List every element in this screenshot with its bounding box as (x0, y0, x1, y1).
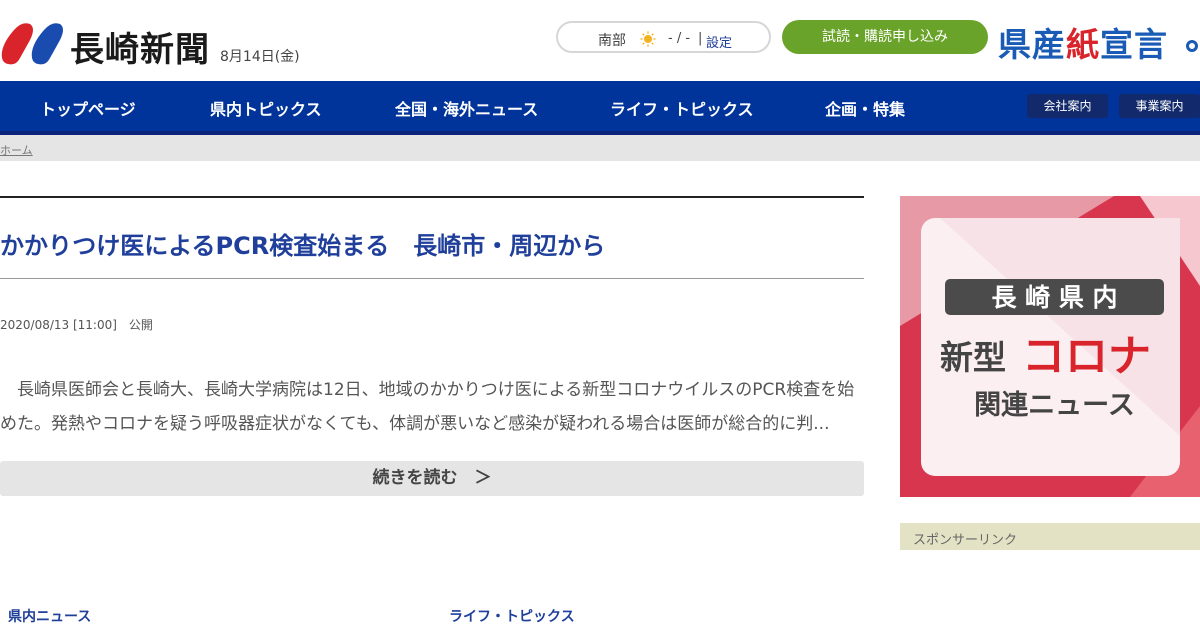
subscribe-button[interactable]: 試読・購読申し込み (782, 20, 988, 54)
banner-line3: 関連ニュース (974, 390, 1135, 421)
weather-temp: - / - (668, 31, 691, 46)
sponsor-label: スポンサーリンク (913, 533, 1018, 548)
sponsor-link-block: スポンサーリンク (900, 523, 1200, 550)
pref-banner-part1: 県産 (998, 25, 1066, 64)
circle-icon (1186, 40, 1198, 52)
nav-item-features[interactable]: 企画・特集 (825, 96, 905, 120)
nav-item-life-topics[interactable]: ライフ・トピックス (610, 96, 754, 120)
weather-settings-link[interactable]: 設定 (706, 32, 732, 51)
banner-graphic: 長 崎 県 内 新型 コロナ 関連ニュース (900, 196, 1200, 497)
weather-region: 南部 (598, 33, 626, 49)
weather-separator: | (698, 31, 703, 46)
article-body-line: 長崎県医師会と長崎大、長崎大学病院は12日、地域のかかりつけ医による新型コロナウ… (0, 380, 855, 400)
current-date: 8月14日(金) (220, 49, 300, 65)
banner-line1: 長 崎 県 内 (991, 283, 1117, 312)
section-heading-life-topics[interactable]: ライフ・トピックス (449, 606, 575, 626)
weather-widget[interactable]: 南部 - / - | 設定 (556, 21, 771, 53)
banner-line2-prefix: 新型 (940, 338, 1006, 377)
banner-line2-corona: コロナ (1022, 332, 1151, 382)
nav-item-prefecture-topics[interactable]: 県内トピックス (210, 96, 322, 120)
pref-banner-part2: 紙 (1066, 25, 1100, 64)
corona-news-banner[interactable]: 長 崎 県 内 新型 コロナ 関連ニュース (900, 196, 1200, 497)
article-meta: 2020/08/13 [11:00] 公開 (0, 318, 153, 332)
business-info-button[interactable]: 事業案内 (1119, 94, 1200, 118)
logo-icon[interactable] (0, 16, 68, 66)
main-nav: トップページ 県内トピックス 全国・海外ニュース ライフ・トピックス 企画・特集… (0, 81, 1200, 131)
article-title: かかりつけ医によるPCR検査始まる 長崎市・周辺から (0, 232, 606, 260)
site-header: 長崎新聞 8月14日(金) 南部 - / - | 設定 試読・購読申し込み 県産… (0, 0, 1200, 82)
article-body: 長崎県医師会と長崎大、長崎大学病院は12日、地域のかかりつけ医による新型コロナウ… (0, 373, 864, 441)
kensan-paper-banner[interactable]: 県産紙宣言 (998, 18, 1168, 64)
title-divider (0, 278, 864, 279)
breadcrumb-home[interactable]: ホーム (0, 142, 33, 158)
site-logo-text[interactable]: 長崎新聞 (70, 22, 210, 71)
section-heading-prefecture-news[interactable]: 県内ニュース (8, 606, 91, 626)
nav-item-top[interactable]: トップページ (40, 96, 136, 120)
article-body-line: めた。発熱やコロナを疑う呼吸器症状がなくても、体調が悪いなど感染が疑われる場合は… (0, 414, 830, 434)
pref-banner-part3: 宣言 (1100, 25, 1168, 64)
nav-item-national-world[interactable]: 全国・海外ニュース (395, 96, 538, 120)
article-divider (0, 196, 864, 198)
sun-icon (640, 31, 656, 47)
breadcrumb: ホーム (0, 135, 1200, 161)
company-info-button[interactable]: 会社案内 (1027, 94, 1108, 118)
read-more-button[interactable]: 続きを読む ＞ (0, 461, 864, 496)
